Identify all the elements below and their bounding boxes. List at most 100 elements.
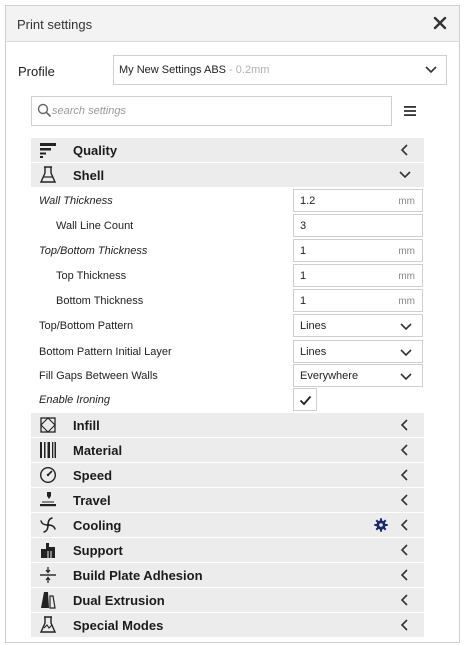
profile-subtitle: - 0.2mm	[226, 64, 270, 76]
search-icon	[37, 103, 51, 117]
chevron-left-icon	[400, 519, 408, 531]
top-thickness-input[interactable]: 1 mm	[293, 264, 423, 287]
setting-top-thickness: Top Thickness 1 mm	[31, 264, 424, 288]
setting-label: Wall Line Count	[56, 220, 134, 232]
field-value: Lines	[300, 320, 327, 332]
setting-label: Top/Bottom Thickness	[39, 245, 148, 257]
menu-icon[interactable]	[403, 105, 417, 117]
profile-dropdown[interactable]: My New Settings ABS - 0.2mm	[113, 55, 447, 85]
chevron-left-icon	[400, 569, 408, 581]
chevron-down-icon	[400, 373, 412, 381]
field-value: 3	[300, 220, 307, 232]
cooling-icon	[40, 517, 56, 533]
support-icon	[41, 543, 55, 558]
top-bottom-thickness-input[interactable]: 1 mm	[293, 239, 423, 262]
category-label: Travel	[73, 493, 111, 508]
shell-icon	[39, 166, 57, 183]
bottom-thickness-input[interactable]: 1 mm	[293, 289, 423, 312]
setting-fill-gaps-between-walls: Fill Gaps Between Walls Everywhere	[31, 364, 424, 388]
setting-top-bottom-pattern: Top/Bottom Pattern Lines	[31, 314, 424, 338]
material-icon	[40, 442, 56, 458]
field-value: 1	[300, 245, 307, 257]
setting-label: Top/Bottom Pattern	[39, 320, 134, 332]
special-modes-icon	[39, 616, 57, 633]
profile-label: Profile	[18, 64, 55, 79]
quality-icon	[40, 143, 56, 158]
fill-gaps-between-walls-dropdown[interactable]: Everywhere	[293, 364, 423, 387]
category-dual-extrusion[interactable]: Dual Extrusion	[31, 588, 424, 612]
field-value: 1.2	[300, 195, 316, 207]
setting-bottom-thickness: Bottom Thickness 1 mm	[31, 289, 424, 313]
field-value: Everywhere	[300, 370, 359, 382]
panel-title: Print settings	[17, 17, 93, 32]
category-label: Special Modes	[73, 618, 164, 633]
field-unit: mm	[398, 196, 415, 207]
category-label: Material	[73, 443, 123, 458]
field-value: 1	[300, 295, 307, 307]
travel-icon	[40, 492, 56, 507]
bottom-pattern-initial-layer-dropdown[interactable]: Lines	[293, 340, 423, 363]
category-label: Shell	[73, 168, 105, 183]
field-value: 1	[300, 270, 307, 282]
field-value: Lines	[300, 346, 327, 358]
title-bar: Print settings	[6, 6, 459, 42]
chevron-down-icon	[400, 323, 412, 331]
category-support[interactable]: Support	[31, 538, 424, 562]
wall-line-count-input[interactable]: 3	[293, 214, 423, 237]
setting-label: Enable Ironing	[39, 394, 110, 406]
category-speed[interactable]: Speed	[31, 463, 424, 487]
chevron-down-icon	[399, 171, 411, 179]
category-label: Infill	[73, 418, 100, 433]
category-build-plate-adhesion[interactable]: Build Plate Adhesion	[31, 563, 424, 587]
setting-label: Wall Thickness	[39, 195, 113, 207]
infill-icon	[40, 417, 56, 433]
setting-wall-line-count: Wall Line Count 3	[31, 214, 424, 238]
profile-name: My New Settings ABS - 0.2mm	[119, 64, 270, 76]
category-material[interactable]: Material	[31, 438, 424, 462]
category-label: Dual Extrusion	[73, 593, 165, 608]
field-unit: mm	[398, 271, 415, 282]
category-infill[interactable]: Infill	[31, 413, 424, 437]
speed-icon	[39, 466, 57, 484]
field-unit: mm	[398, 246, 415, 257]
chevron-left-icon	[400, 444, 408, 456]
search-box[interactable]	[31, 96, 392, 126]
chevron-down-icon	[400, 349, 412, 357]
category-label: Quality	[73, 143, 118, 158]
enable-ironing-checkbox[interactable]	[293, 388, 317, 411]
checkmark-icon	[299, 395, 312, 406]
chevron-left-icon	[400, 544, 408, 556]
setting-label: Bottom Pattern Initial Layer	[39, 346, 172, 358]
dual-extrusion-icon	[41, 592, 56, 609]
setting-label: Fill Gaps Between Walls	[39, 370, 158, 382]
field-unit: mm	[398, 296, 415, 307]
category-shell[interactable]: Shell	[31, 163, 424, 187]
chevron-left-icon	[400, 494, 408, 506]
chevron-left-icon	[400, 144, 408, 156]
chevron-left-icon	[400, 594, 408, 606]
chevron-left-icon	[400, 619, 408, 631]
wall-thickness-input[interactable]: 1.2 mm	[293, 189, 423, 212]
close-icon[interactable]	[430, 13, 450, 33]
chevron-left-icon	[400, 469, 408, 481]
chevron-left-icon	[400, 419, 408, 431]
chevron-down-icon	[425, 66, 437, 74]
gear-icon[interactable]	[374, 518, 388, 532]
category-cooling[interactable]: Cooling	[31, 513, 424, 537]
category-label: Cooling	[73, 518, 122, 533]
setting-enable-ironing: Enable Ironing	[31, 388, 424, 412]
category-label: Build Plate Adhesion	[73, 568, 203, 583]
setting-label: Bottom Thickness	[56, 295, 144, 307]
setting-label: Top Thickness	[56, 270, 127, 282]
category-travel[interactable]: Travel	[31, 488, 424, 512]
setting-wall-thickness: Wall Thickness 1.2 mm	[31, 189, 424, 213]
top-bottom-pattern-dropdown[interactable]: Lines	[293, 314, 423, 337]
setting-top-bottom-thickness: Top/Bottom Thickness 1 mm	[31, 239, 424, 263]
category-label: Speed	[73, 468, 113, 483]
category-special-modes[interactable]: Special Modes	[31, 613, 424, 637]
category-label: Support	[73, 543, 123, 558]
setting-bottom-pattern-initial-layer: Bottom Pattern Initial Layer Lines	[31, 340, 424, 364]
print-settings-panel: Print settings Profile My New Settings A…	[5, 5, 460, 643]
search-input[interactable]	[52, 103, 382, 119]
category-quality[interactable]: Quality	[31, 138, 424, 162]
